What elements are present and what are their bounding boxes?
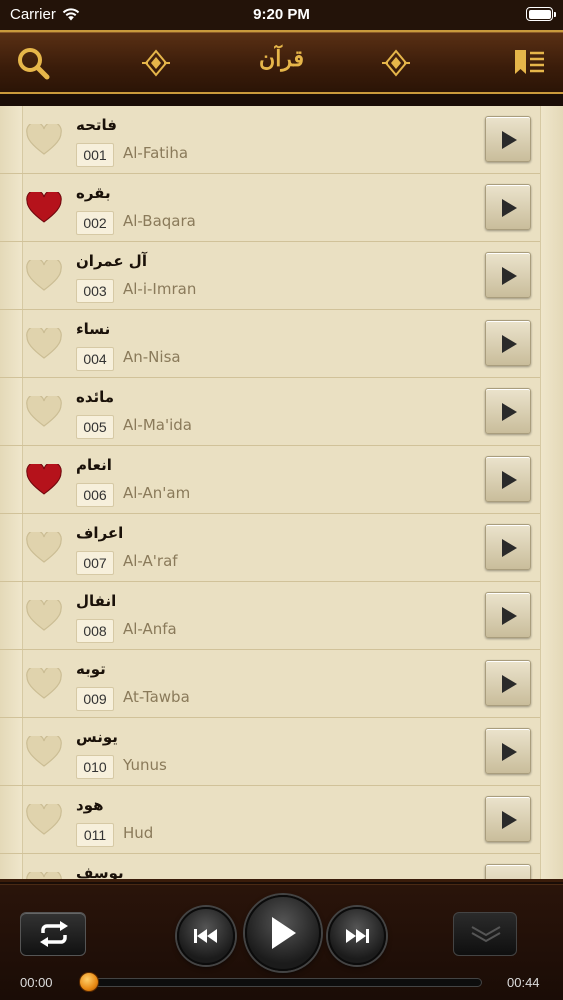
bookmark-list-icon[interactable] xyxy=(512,46,546,80)
surah-number: 005 xyxy=(76,415,114,439)
surah-arabic-name: انفال xyxy=(76,592,117,610)
skip-next-icon xyxy=(346,929,369,943)
progress-track[interactable] xyxy=(84,978,482,987)
list-item[interactable]: هود 011 Hud xyxy=(0,786,563,854)
surah-arabic-name: فاتحه xyxy=(76,116,117,134)
total-time: 00:44 xyxy=(507,975,540,990)
list-item[interactable]: نساء 004 An-Nisa xyxy=(0,310,563,378)
ornament-icon xyxy=(382,49,410,77)
surah-arabic-name: بقره xyxy=(76,184,111,202)
surah-arabic-name: نساء xyxy=(76,320,111,338)
repeat-button[interactable] xyxy=(20,912,86,956)
play-pause-button[interactable] xyxy=(245,895,321,971)
surah-number: 006 xyxy=(76,483,114,507)
surah-name: Hud xyxy=(123,824,154,842)
surah-number: 009 xyxy=(76,687,114,711)
header: قرآن xyxy=(0,30,563,94)
play-icon xyxy=(272,917,296,949)
surah-name: Al-Baqara xyxy=(123,212,196,230)
play-button[interactable] xyxy=(485,456,531,502)
surah-arabic-name: هود xyxy=(76,796,104,814)
surah-arabic-name: يونس xyxy=(76,728,118,746)
surah-name: Al-A'raf xyxy=(123,552,178,570)
elapsed-time: 00:00 xyxy=(20,975,53,990)
heart-outline-icon[interactable] xyxy=(26,260,62,292)
heart-outline-icon[interactable] xyxy=(26,600,62,632)
list-item[interactable]: آل عمران 003 Al-i-Imran xyxy=(0,242,563,310)
repeat-icon xyxy=(40,921,68,947)
play-button[interactable] xyxy=(485,320,531,366)
heart-outline-icon[interactable] xyxy=(26,532,62,564)
play-button[interactable] xyxy=(485,592,531,638)
surah-arabic-name: آل عمران xyxy=(76,252,147,270)
skip-previous-icon xyxy=(194,929,217,943)
play-button[interactable] xyxy=(485,116,531,162)
play-button[interactable] xyxy=(485,252,531,298)
surah-arabic-name: مائده xyxy=(76,388,115,406)
list-item[interactable]: انعام 006 Al-An'am xyxy=(0,446,563,514)
list-item[interactable]: اعراف 007 Al-A'raf xyxy=(0,514,563,582)
progress-knob[interactable] xyxy=(79,972,99,992)
surah-list[interactable]: فاتحه 001 Al-Fatiha بقره 002 Al-Baqara آ… xyxy=(0,106,563,882)
previous-button[interactable] xyxy=(177,907,235,965)
surah-name: Al-Anfa xyxy=(123,620,177,638)
surah-number: 010 xyxy=(76,755,114,779)
play-button[interactable] xyxy=(485,728,531,774)
heart-outline-icon[interactable] xyxy=(26,328,62,360)
surah-name: Al-An'am xyxy=(123,484,191,502)
chevron-double-down-icon xyxy=(471,926,501,943)
heart-outline-icon[interactable] xyxy=(26,872,62,882)
surah-number: 003 xyxy=(76,279,114,303)
page-title: قرآن xyxy=(259,46,304,72)
list-item[interactable]: توبه 009 At-Tawba xyxy=(0,650,563,718)
surah-arabic-name: اعراف xyxy=(76,524,124,542)
play-button[interactable] xyxy=(485,864,531,879)
surah-name: At-Tawba xyxy=(123,688,190,706)
heart-outline-icon[interactable] xyxy=(26,668,62,700)
heart-outline-icon[interactable] xyxy=(26,124,62,156)
surah-arabic-name: يوسف xyxy=(76,864,124,882)
play-button[interactable] xyxy=(485,524,531,570)
next-button[interactable] xyxy=(328,907,386,965)
surah-name: Al-Ma'ida xyxy=(123,416,192,434)
list-item[interactable]: بقره 002 Al-Baqara xyxy=(0,174,563,242)
surah-number: 007 xyxy=(76,551,114,575)
surah-arabic-name: توبه xyxy=(76,660,106,678)
list-item[interactable]: يوسف 012 xyxy=(0,854,563,882)
heart-outline-icon[interactable] xyxy=(26,736,62,768)
surah-number: 008 xyxy=(76,619,114,643)
collapse-button[interactable] xyxy=(453,912,517,956)
surah-number: 011 xyxy=(76,823,114,847)
status-time: 9:20 PM xyxy=(253,6,310,23)
surah-number: 002 xyxy=(76,211,114,235)
play-button[interactable] xyxy=(485,184,531,230)
surah-name: Al-i-Imran xyxy=(123,280,197,298)
status-bar: Carrier 9:20 PM xyxy=(0,0,563,30)
surah-number: 004 xyxy=(76,347,114,371)
list-item[interactable]: فاتحه 001 Al-Fatiha xyxy=(0,106,563,174)
heart-outline-icon[interactable] xyxy=(26,804,62,836)
play-button[interactable] xyxy=(485,796,531,842)
heart-outline-icon[interactable] xyxy=(26,396,62,428)
list-item[interactable]: انفال 008 Al-Anfa xyxy=(0,582,563,650)
audio-player: 00:00 00:44 xyxy=(0,884,563,1000)
surah-number: 001 xyxy=(76,143,114,167)
play-button[interactable] xyxy=(485,388,531,434)
heart-filled-icon[interactable] xyxy=(26,192,62,224)
surah-arabic-name: انعام xyxy=(76,456,112,474)
list-item[interactable]: يونس 010 Yunus xyxy=(0,718,563,786)
surah-name: Yunus xyxy=(123,756,167,774)
surah-name: Al-Fatiha xyxy=(123,144,189,162)
play-button[interactable] xyxy=(485,660,531,706)
list-item[interactable]: مائده 005 Al-Ma'ida xyxy=(0,378,563,446)
battery-icon xyxy=(526,7,556,21)
surah-name: An-Nisa xyxy=(123,348,181,366)
heart-filled-icon[interactable] xyxy=(26,464,62,496)
